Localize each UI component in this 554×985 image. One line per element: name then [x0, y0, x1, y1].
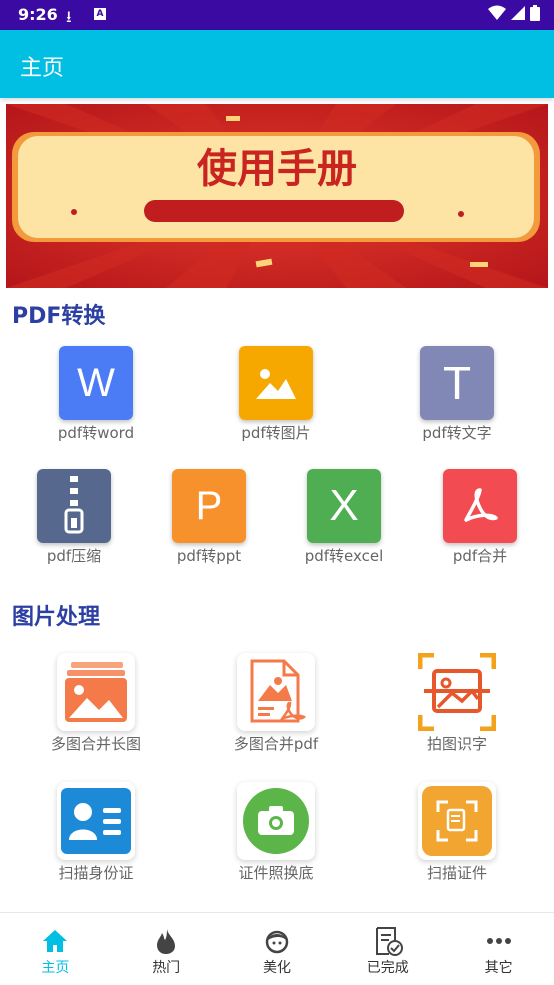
more-icon — [443, 927, 554, 955]
nav-tab-beautify[interactable]: 美化 — [222, 913, 333, 985]
beauty-icon — [222, 927, 333, 955]
pdf-merge-icon — [443, 469, 517, 543]
pdf-to-image-item[interactable]: pdf转图片 — [216, 346, 336, 443]
excel-icon: X — [307, 469, 381, 543]
merge-pdf-item[interactable]: 多图合并pdf — [216, 653, 336, 754]
photo-ocr-icon — [418, 653, 496, 731]
section-title-pdf: PDF转换 — [12, 304, 106, 329]
bottom-nav: 主页 热门 美化 已完成 其它 — [0, 912, 554, 985]
item-label: pdf压缩 — [46, 547, 102, 565]
nav-tab-hot[interactable]: 热门 — [111, 913, 222, 985]
ppt-icon: P — [172, 469, 246, 543]
pdf-compress-item[interactable]: pdf压缩 — [14, 469, 134, 566]
image-icon — [239, 346, 313, 420]
pdf-to-text-item[interactable]: T pdf转文字 — [397, 346, 517, 443]
accessibility-icon: A — [94, 8, 106, 20]
pdf-merge-item[interactable]: pdf合并 — [420, 469, 540, 566]
item-label: pdf合并 — [452, 547, 508, 565]
nav-label: 美化 — [262, 960, 291, 976]
item-label: 扫描证件 — [426, 864, 487, 882]
photo-ocr-item[interactable]: 拍图识字 — [397, 653, 517, 754]
download-icon: ⭳ — [66, 7, 72, 26]
banner-title: 使用手册 — [197, 146, 357, 192]
item-label: 证件照换底 — [238, 864, 314, 882]
item-label: 扫描身份证 — [58, 864, 134, 882]
merge-pdf-icon — [237, 653, 315, 731]
item-label: 拍图识字 — [426, 735, 487, 753]
id-photo-icon — [237, 782, 315, 860]
id-photo-background-item[interactable]: 证件照换底 — [216, 782, 336, 883]
nav-label: 已完成 — [366, 960, 409, 976]
scan-document-item[interactable]: 扫描证件 — [397, 782, 517, 883]
item-label: pdf转word — [57, 424, 135, 442]
nav-tab-home[interactable]: 主页 — [0, 913, 111, 985]
zip-icon — [37, 469, 111, 543]
banner-graphic: 使用手册 — [6, 104, 548, 288]
pdf-to-word-item[interactable]: W pdf转word — [36, 346, 156, 443]
merge-long-image-icon — [57, 653, 135, 731]
nav-label: 热门 — [152, 960, 181, 976]
item-label: 多图合并pdf — [233, 735, 319, 753]
item-label: pdf转文字 — [422, 424, 492, 442]
merge-long-image-item[interactable]: 多图合并长图 — [36, 653, 156, 754]
scan-id-card-item[interactable]: 扫描身份证 — [36, 782, 156, 883]
item-label: pdf转ppt — [176, 547, 242, 565]
item-label: pdf转excel — [304, 547, 384, 565]
item-label: 多图合并长图 — [50, 735, 141, 753]
pdf-to-excel-item[interactable]: X pdf转excel — [284, 469, 404, 566]
nav-tab-more[interactable]: 其它 — [443, 913, 554, 985]
nav-label: 其它 — [484, 960, 513, 976]
pdf-to-ppt-item[interactable]: P pdf转ppt — [149, 469, 269, 566]
wifi-icon — [488, 5, 506, 20]
scan-doc-icon — [418, 782, 496, 860]
home-icon — [0, 927, 111, 955]
app-bar: 主页 — [0, 30, 554, 98]
nav-tab-completed[interactable]: 已完成 — [332, 913, 443, 985]
nav-label: 主页 — [41, 960, 70, 976]
text-icon: T — [420, 346, 494, 420]
status-time: 9:26 — [18, 5, 58, 24]
completed-icon — [332, 927, 443, 956]
status-bar: 9:26 ⭳ A — [0, 0, 554, 30]
signal-icon — [511, 6, 525, 20]
flame-icon — [111, 927, 222, 955]
page-title: 主页 — [20, 56, 65, 81]
battery-icon — [530, 5, 540, 21]
section-title-image: 图片处理 — [12, 605, 101, 630]
word-icon: W — [59, 346, 133, 420]
user-manual-banner[interactable]: 使用手册 — [6, 104, 548, 288]
id-card-icon — [57, 782, 135, 860]
item-label: pdf转图片 — [241, 424, 311, 442]
